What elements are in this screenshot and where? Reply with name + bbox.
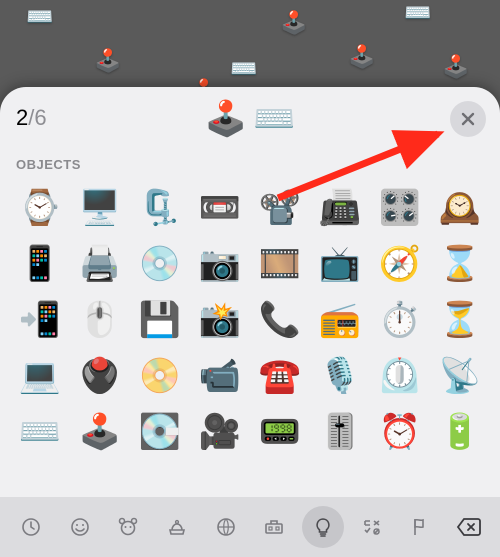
category-activity[interactable]	[205, 506, 247, 548]
emoji-grid: ⌚🖥️🗜️📼📽️📠🎛️🕰️ 📱🖨️💿📷🎞️📺🧭⌛ 📲🖱️💾📸📞📻⏱️⏳ 💻🖲️📀📹☎️…	[0, 178, 500, 464]
category-travel[interactable]	[253, 506, 295, 548]
selected-emoji[interactable]: ⌨️	[253, 102, 295, 136]
emoji-cell[interactable]: ⌚	[13, 181, 67, 235]
category-food[interactable]	[156, 506, 198, 548]
smileys-icon	[69, 516, 91, 538]
emoji-cell[interactable]: 💽	[133, 405, 187, 459]
emoji-cell[interactable]: 📼	[193, 181, 247, 235]
category-symbols[interactable]	[351, 506, 393, 548]
symbols-icon	[361, 516, 383, 538]
emoji-cell[interactable]: 💾	[133, 293, 187, 347]
selected-emoji-list: 🕹️⌨️	[205, 102, 296, 136]
activity-icon	[215, 516, 237, 538]
emoji-cell[interactable]: 🗜️	[133, 181, 187, 235]
emoji-cell[interactable]: 🎚️	[313, 405, 367, 459]
emoji-cell[interactable]: 🧭	[373, 237, 427, 291]
emoji-cell[interactable]: 🔋	[433, 405, 487, 459]
section-label: OBJECTS	[0, 151, 500, 178]
emoji-cell[interactable]: 📽️	[253, 181, 307, 235]
emoji-cell[interactable]: ⏲️	[373, 349, 427, 403]
travel-icon	[263, 516, 285, 538]
emoji-cell[interactable]: 📀	[133, 349, 187, 403]
delete-icon	[456, 517, 482, 537]
emoji-cell[interactable]: 📲	[13, 293, 67, 347]
category-smileys[interactable]	[59, 506, 101, 548]
emoji-cell[interactable]: 🖲️	[73, 349, 127, 403]
emoji-cell[interactable]: 📸	[193, 293, 247, 347]
recent-icon	[20, 516, 42, 538]
emoji-cell[interactable]: 🕹️	[73, 405, 127, 459]
emoji-cell[interactable]: 🎞️	[253, 237, 307, 291]
emoji-cell[interactable]: 💻	[13, 349, 67, 403]
emoji-cell[interactable]: ☎️	[253, 349, 307, 403]
backdrop-emoji: ⌨️	[404, 0, 431, 26]
emoji-cell[interactable]: 📻	[313, 293, 367, 347]
emoji-cell[interactable]: 🕰️	[433, 181, 487, 235]
emoji-cell[interactable]: 🖥️	[73, 181, 127, 235]
counter-total: 6	[34, 105, 46, 130]
emoji-cell[interactable]: 📟	[253, 405, 307, 459]
emoji-cell[interactable]: 🎙️	[313, 349, 367, 403]
emoji-cell[interactable]: 🖱️	[73, 293, 127, 347]
emoji-cell[interactable]: 📠	[313, 181, 367, 235]
picker-header: 2/6 🕹️⌨️	[0, 87, 500, 151]
backdrop-emoji: 🕹️	[94, 48, 121, 74]
selected-emoji[interactable]: 🕹️	[205, 102, 247, 136]
emoji-cell[interactable]: 📺	[313, 237, 367, 291]
delete-button[interactable]	[448, 506, 490, 548]
emoji-cell[interactable]: 🎥	[193, 405, 247, 459]
objects-icon	[312, 516, 334, 538]
close-button[interactable]	[450, 101, 486, 137]
backdrop-emoji: ⌨️	[26, 4, 53, 30]
emoji-cell[interactable]: 💿	[133, 237, 187, 291]
category-bar	[0, 497, 500, 557]
emoji-cell[interactable]: ⏱️	[373, 293, 427, 347]
emoji-cell[interactable]: ⌨️	[13, 405, 67, 459]
emoji-cell[interactable]: 🎛️	[373, 181, 427, 235]
backdrop-emoji: 🕹️	[442, 54, 469, 80]
emoji-cell[interactable]: 📞	[253, 293, 307, 347]
flags-icon	[409, 516, 431, 538]
backdrop-emoji: ⌨️	[230, 56, 257, 82]
backdrop-emoji: 🕹️	[348, 44, 375, 70]
emoji-cell[interactable]: ⏰	[373, 405, 427, 459]
selection-counter: 2/6	[16, 105, 47, 131]
category-animals[interactable]	[107, 506, 149, 548]
lockscreen-backdrop: ⌨️🕹️⌨️🕹️⌨️🕹️⌨️🕹️🕹️	[0, 0, 500, 100]
emoji-picker-panel: 2/6 🕹️⌨️ OBJECTS ⌚🖥️🗜️📼📽️📠🎛️🕰️📱🖨️💿📷🎞️📺🧭⌛…	[0, 87, 500, 557]
emoji-cell[interactable]: ⌛	[433, 237, 487, 291]
backdrop-emoji: 🕹️	[280, 10, 307, 36]
category-recent[interactable]	[10, 506, 52, 548]
animals-icon	[117, 516, 139, 538]
emoji-cell[interactable]: 📹	[193, 349, 247, 403]
counter-current: 2	[16, 105, 28, 130]
emoji-cell[interactable]: 📡	[433, 349, 487, 403]
close-icon	[461, 112, 475, 126]
category-objects[interactable]	[302, 506, 344, 548]
emoji-cell[interactable]: 📱	[13, 237, 67, 291]
food-icon	[166, 516, 188, 538]
emoji-cell[interactable]: 🖨️	[73, 237, 127, 291]
emoji-cell[interactable]: 📷	[193, 237, 247, 291]
emoji-cell[interactable]: ⏳	[433, 293, 487, 347]
category-flags[interactable]	[399, 506, 441, 548]
